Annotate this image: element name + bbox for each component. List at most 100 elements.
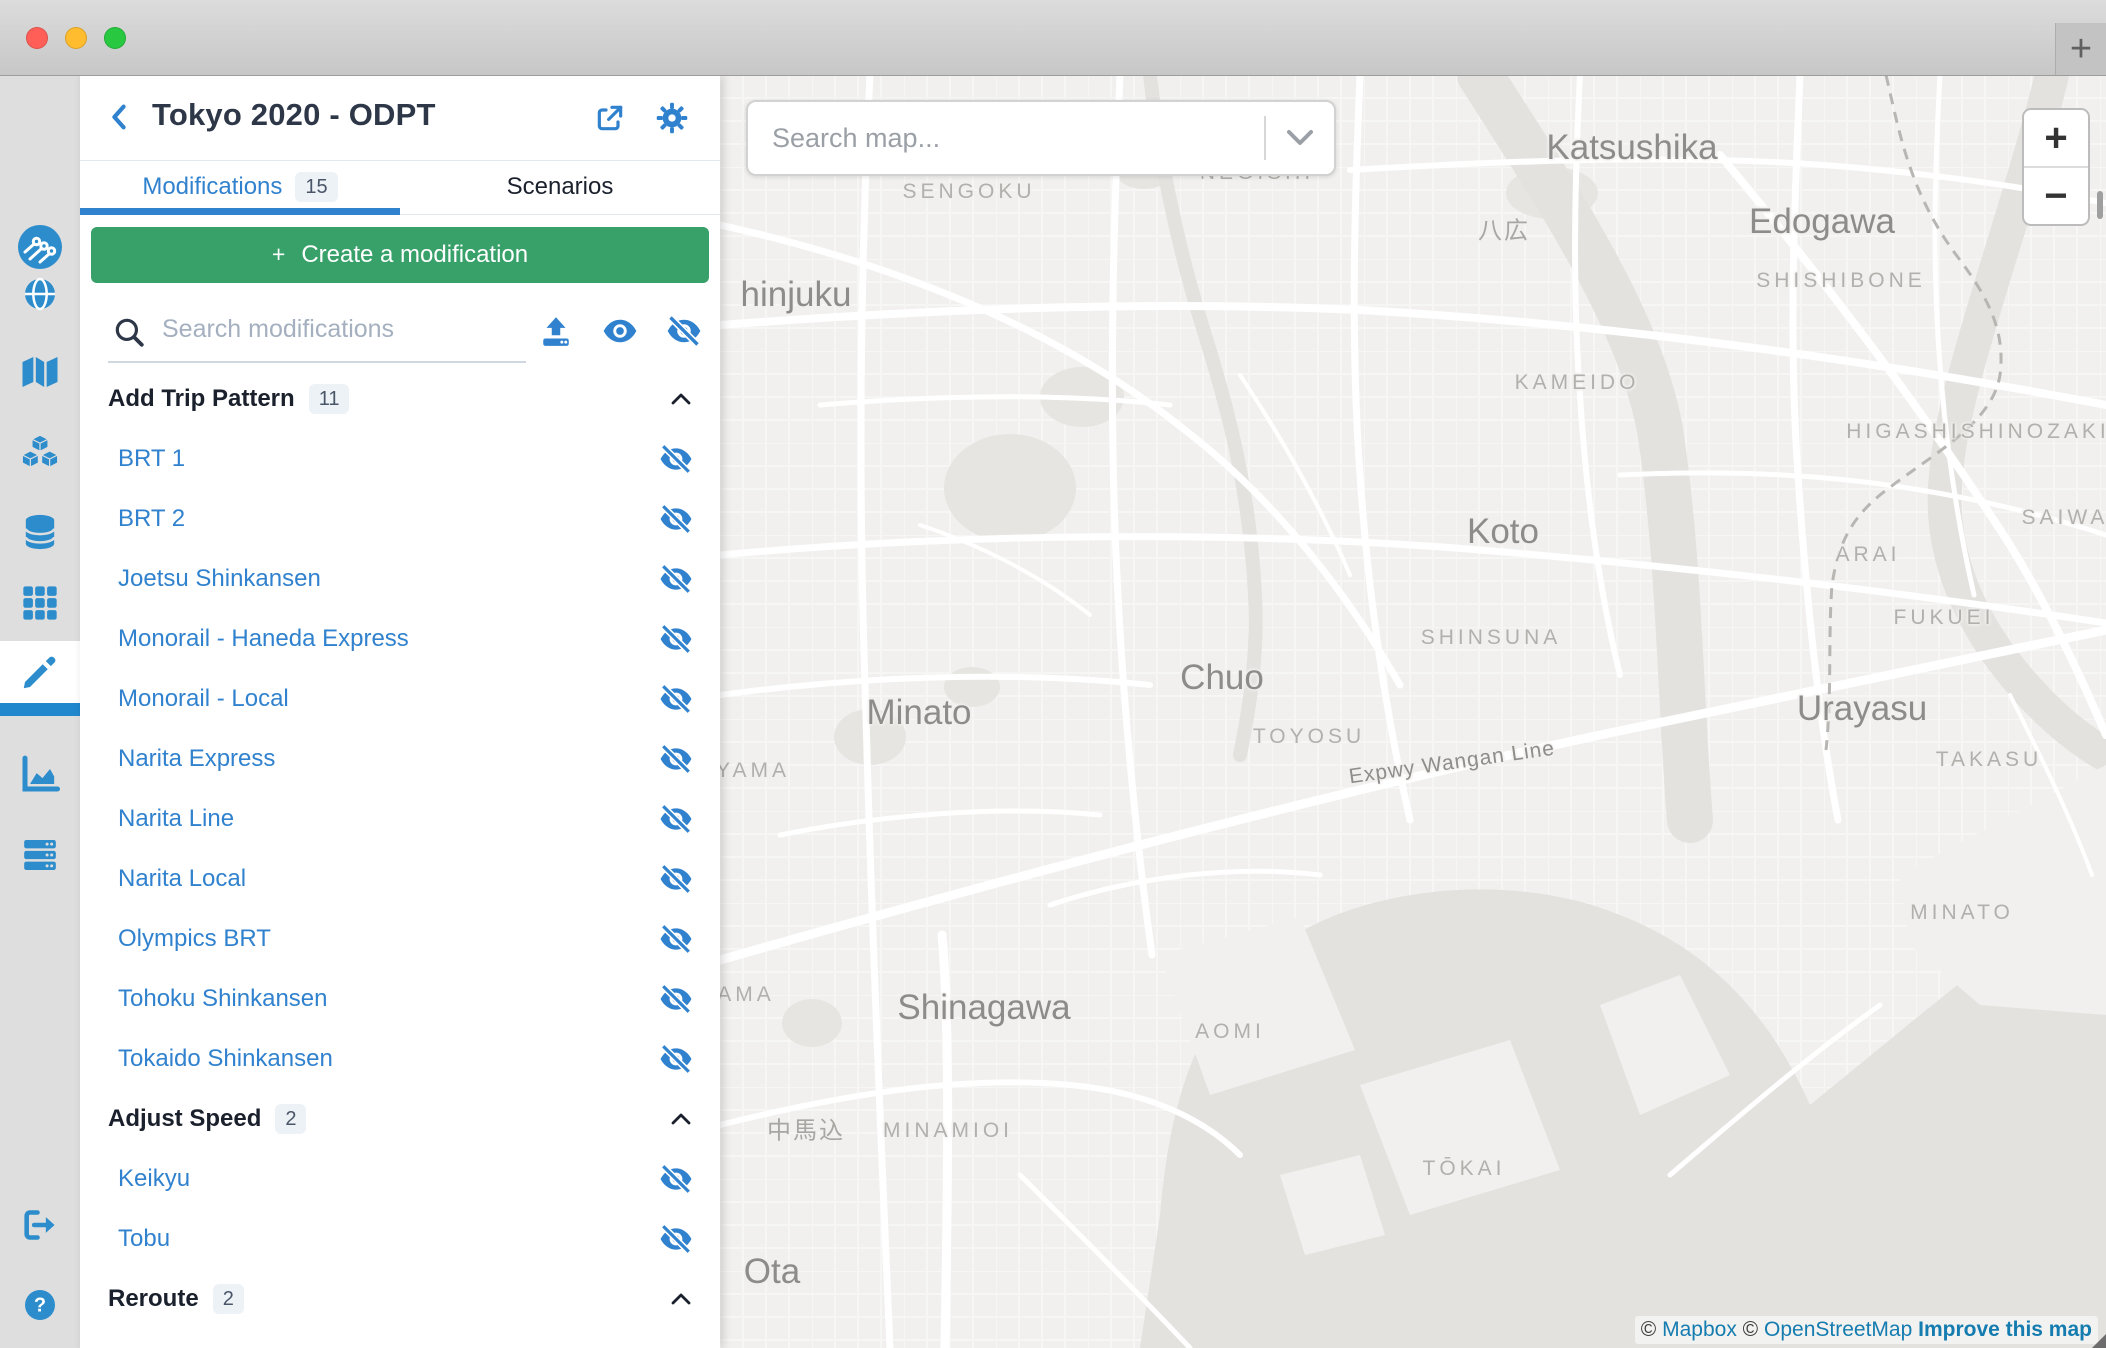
modification-link[interactable]: BRT 2	[118, 505, 658, 533]
modification-link[interactable]: Tohoku Shinkansen	[118, 985, 658, 1013]
toggle-visibility-button[interactable]	[658, 1041, 694, 1077]
modification-link[interactable]: Joetsu Shinkansen	[118, 565, 658, 593]
section-label: Adjust Speed	[108, 1105, 261, 1133]
sidebar-item-regional-analyses[interactable]	[0, 819, 80, 891]
project-settings-button[interactable]	[652, 98, 692, 138]
tab-scenarios[interactable]: Scenarios	[400, 160, 720, 214]
map-canvas[interactable]: Katsushika Edogawa hinjuku Koto Chuo Min…	[720, 75, 2106, 1348]
toggle-visibility-button[interactable]	[658, 561, 694, 597]
toggle-visibility-button[interactable]	[658, 981, 694, 1017]
scrollbar-thumb[interactable]	[2097, 191, 2103, 219]
sidebar-item-opportunity-datasets[interactable]	[0, 567, 80, 639]
toggle-visibility-button[interactable]	[658, 681, 694, 717]
back-button[interactable]	[102, 100, 136, 134]
map-label: SHISHIBONE	[1756, 269, 1926, 293]
modification-row: BRT 2	[80, 489, 720, 549]
modification-row: Keikyu	[80, 1149, 720, 1209]
hide-all-button[interactable]	[664, 311, 704, 351]
map-label: hinjuku	[741, 275, 852, 315]
mapbox-link[interactable]: Mapbox	[1662, 1318, 1737, 1341]
grid-icon	[20, 583, 60, 623]
eye-slash-icon	[659, 805, 693, 833]
toggle-visibility-button[interactable]	[658, 1221, 694, 1257]
modification-link[interactable]: Monorail - Local	[118, 685, 658, 713]
chart-area-icon	[19, 754, 61, 794]
upload-icon	[539, 314, 573, 348]
map-search-input[interactable]	[748, 123, 1264, 154]
sidebar-item-regions[interactable]	[0, 258, 80, 330]
toggle-visibility-button[interactable]	[658, 861, 694, 897]
map-label: Katsushika	[1546, 128, 1717, 168]
sidebar-item-analyze[interactable]	[0, 738, 80, 810]
eye-slash-icon	[659, 445, 693, 473]
modification-section: Reroute 2	[80, 1269, 720, 1329]
toggle-visibility-button[interactable]	[658, 741, 694, 777]
map-label: 八広	[1478, 211, 1530, 246]
toggle-visibility-button[interactable]	[658, 801, 694, 837]
tab-modifications[interactable]: Modifications 15	[80, 160, 400, 214]
show-all-button[interactable]	[600, 311, 640, 351]
eye-slash-icon	[659, 985, 693, 1013]
search-icon	[112, 315, 146, 354]
modification-row: Monorail - Haneda Express	[80, 609, 720, 669]
openstreetmap-link[interactable]: OpenStreetMap	[1764, 1318, 1912, 1341]
toggle-visibility-button[interactable]	[658, 921, 694, 957]
create-modification-label: Create a modification	[301, 241, 528, 269]
map-zoom-control: + −	[2022, 108, 2090, 226]
modification-link[interactable]: Narita Local	[118, 865, 658, 893]
open-project-button[interactable]	[590, 98, 630, 138]
modification-link[interactable]: Monorail - Haneda Express	[118, 625, 658, 653]
chevron-left-icon	[106, 102, 132, 132]
search-modifications-input[interactable]	[160, 307, 464, 351]
map-search-dropdown-button[interactable]	[1266, 102, 1334, 174]
modification-section: Add Trip Pattern 11 BRT 1	[80, 369, 720, 1089]
toggle-visibility-button[interactable]	[658, 501, 694, 537]
help-button[interactable]: ?	[0, 1269, 80, 1341]
maximize-button[interactable]	[104, 27, 126, 49]
sidebar-item-networks[interactable]	[0, 416, 80, 488]
toggle-visibility-button[interactable]	[658, 1161, 694, 1197]
modification-link[interactable]: Narita Line	[118, 805, 658, 833]
section-header[interactable]: Add Trip Pattern 11	[80, 369, 720, 429]
map-label: Koto	[1467, 512, 1539, 552]
modification-row: Joetsu Shinkansen	[80, 549, 720, 609]
map-label: MINATO	[1910, 901, 2014, 925]
minimize-button[interactable]	[65, 27, 87, 49]
globe-icon	[20, 274, 60, 314]
close-button[interactable]	[26, 27, 48, 49]
window-controls	[26, 27, 126, 49]
modifications-list: Add Trip Pattern 11 BRT 1	[80, 369, 720, 1329]
modification-row: Monorail - Local	[80, 669, 720, 729]
create-modification-button[interactable]: + Create a modification	[91, 227, 709, 283]
improve-map-link[interactable]: Improve this map	[1918, 1318, 2092, 1341]
new-tab-button[interactable]: +	[2055, 23, 2106, 75]
map-label: SHINSUNA	[1421, 626, 1562, 650]
modification-link[interactable]: Keikyu	[118, 1165, 658, 1193]
section-header[interactable]: Reroute 2	[80, 1269, 720, 1329]
modification-link[interactable]: Tobu	[118, 1225, 658, 1253]
sidebar-item-resources[interactable]	[0, 496, 80, 568]
toggle-visibility-button[interactable]	[658, 621, 694, 657]
modification-link[interactable]: Olympics BRT	[118, 925, 658, 953]
panel-header: Tokyo 2020 - ODPT	[80, 75, 720, 161]
eye-slash-icon	[659, 925, 693, 953]
modification-link[interactable]: BRT 1	[118, 445, 658, 473]
modification-row: Olympics BRT	[80, 909, 720, 969]
sidebar-item-edit-modifications[interactable]	[0, 641, 80, 703]
modification-link[interactable]: Narita Express	[118, 745, 658, 773]
toggle-visibility-button[interactable]	[658, 441, 694, 477]
chevron-up-icon	[668, 1289, 694, 1309]
zoom-out-button[interactable]: −	[2024, 168, 2088, 224]
section-header[interactable]: Adjust Speed 2	[80, 1089, 720, 1149]
tab-modifications-label: Modifications	[142, 173, 282, 201]
import-modifications-button[interactable]	[536, 311, 576, 351]
map-label: Minato	[866, 693, 971, 733]
sign-out-button[interactable]	[0, 1189, 80, 1261]
gear-icon	[655, 101, 689, 135]
modification-row: Tokaido Shinkansen	[80, 1029, 720, 1089]
modification-link[interactable]: Tokaido Shinkansen	[118, 1045, 658, 1073]
zoom-in-button[interactable]: +	[2024, 110, 2088, 168]
sidebar-item-map[interactable]	[0, 336, 80, 408]
map-label: KAMEIDO	[1515, 371, 1640, 395]
app-sidebar: ?	[0, 75, 80, 1348]
